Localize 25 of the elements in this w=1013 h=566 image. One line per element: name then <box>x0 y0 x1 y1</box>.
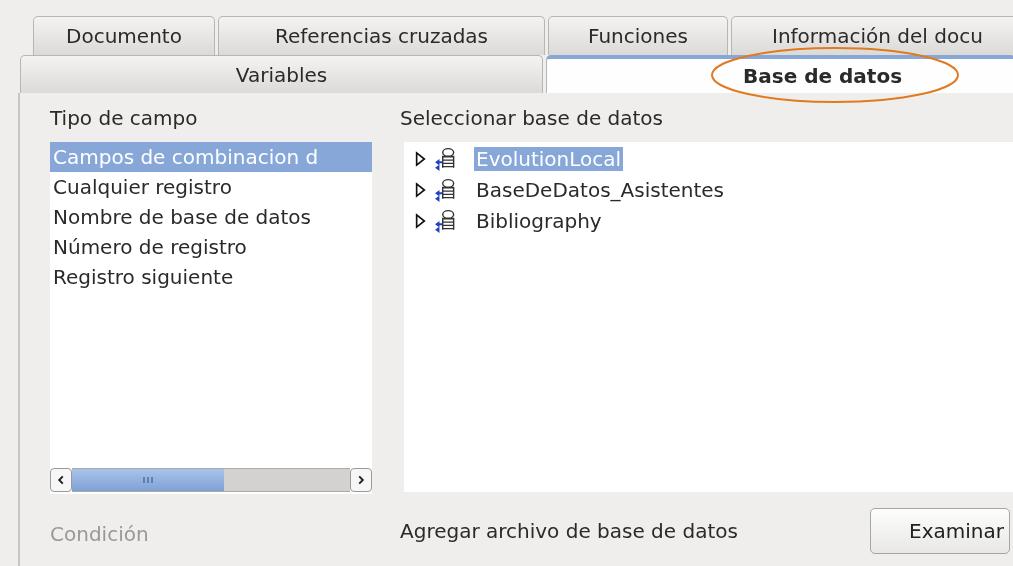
list-item[interactable]: Número de registro <box>50 232 372 262</box>
tab[interactable]: Información del docu <box>731 16 1013 55</box>
tab[interactable]: Referencias cruzadas <box>218 16 545 55</box>
expand-triangle-icon[interactable] <box>415 181 426 198</box>
database-label: Seleccionar base de datos <box>400 105 664 132</box>
expand-triangle-icon[interactable] <box>415 150 426 167</box>
list-item[interactable]: Registro siguiente <box>50 262 372 292</box>
list-item[interactable]: Nombre de base de datos <box>50 202 372 232</box>
field-type-label: Tipo de campo <box>50 105 199 132</box>
tab[interactable]: Documento <box>33 16 215 55</box>
field-type-list[interactable]: Campos de combinacion d Cualquier registro Nombre de base de datos Número de registro Registro siguiente <box>50 142 372 494</box>
scrollbar-thumb[interactable] <box>72 469 224 491</box>
tab[interactable]: Funciones <box>548 16 728 55</box>
tree-item[interactable]: Bibliography <box>474 208 604 233</box>
tab[interactable]: Variables <box>20 55 543 93</box>
expand-triangle-icon[interactable] <box>415 212 426 229</box>
condition-label: Condición <box>50 522 150 546</box>
tree-item[interactable]: BaseDeDatos_Asistentes <box>474 177 727 202</box>
scroll-right-icon[interactable] <box>350 468 372 492</box>
scroll-left-icon[interactable] <box>50 468 72 492</box>
tab[interactable]: Base de datos <box>546 55 1013 93</box>
browse-button[interactable]: Examinar <box>870 508 1010 554</box>
database-tree[interactable]: EvolutionLocal BaseDeDatos_Asistentes Bibliography <box>404 142 1013 492</box>
add-file-label: Agregar archivo de base de datos <box>400 519 738 543</box>
list-item[interactable]: Cualquier registro <box>50 172 372 202</box>
